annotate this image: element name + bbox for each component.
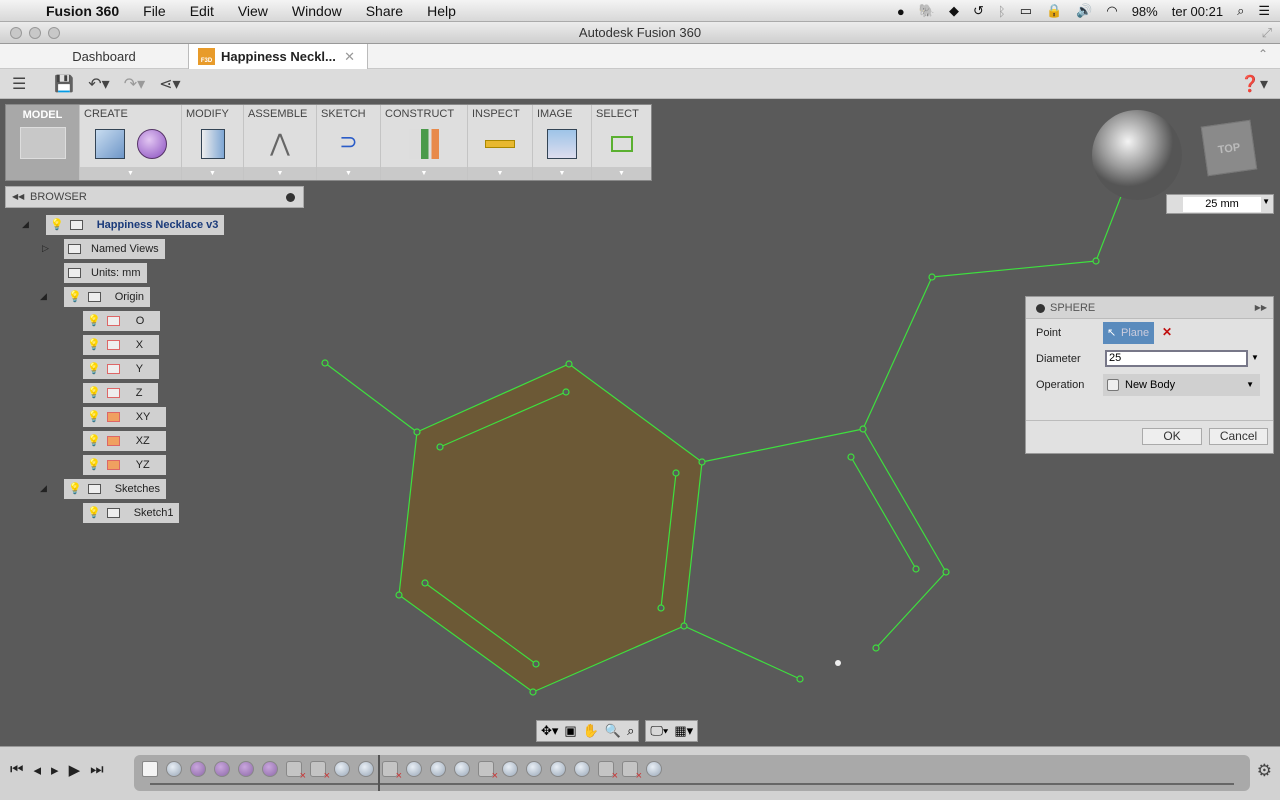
sketch-point — [395, 591, 403, 599]
sketch-point — [1092, 257, 1100, 265]
pan-icon[interactable]: ✋ — [583, 721, 599, 741]
scale-value: 25 mm — [1183, 197, 1261, 212]
scale-box[interactable]: 25 mm ▼ — [1166, 194, 1274, 214]
sketch-point — [532, 660, 540, 668]
viewcube-face: TOP — [1217, 141, 1242, 157]
sketch-point — [859, 425, 867, 433]
timeline-sphere-icon[interactable] — [454, 761, 470, 777]
clear-selection-icon[interactable]: ✕ — [1162, 325, 1172, 339]
sketch-point — [928, 273, 936, 281]
timeline-purple-icon[interactable] — [214, 761, 230, 777]
timeline-purple-icon[interactable] — [262, 761, 278, 777]
collapse-icon[interactable] — [1036, 304, 1045, 313]
sketch-point — [796, 675, 804, 683]
step-forward-icon[interactable]: ▸ — [51, 761, 59, 779]
hexagon-profile — [398, 363, 703, 693]
step-back-icon[interactable]: ◂ — [34, 761, 42, 779]
play-icon[interactable]: ▶ — [69, 761, 81, 779]
timeline-body-removed-icon[interactable] — [310, 761, 330, 782]
timeline: ⏮ ◂ ▸ ▶ ⏭ ⚙ — [0, 746, 1280, 800]
look-at-icon[interactable]: ▣ — [564, 721, 576, 741]
sketch-point — [321, 359, 329, 367]
timeline-sphere-icon[interactable] — [502, 761, 518, 777]
timeline-purple-icon[interactable] — [190, 761, 206, 777]
sphere-preview — [1092, 110, 1182, 200]
sketch-point — [436, 443, 444, 451]
point-value: Plane — [1121, 327, 1150, 339]
fit-icon[interactable]: ⌕ — [627, 721, 634, 741]
point-label: Point — [1036, 327, 1062, 339]
timeline-purple-icon[interactable] — [238, 761, 254, 777]
sketch-point — [565, 360, 573, 368]
diameter-input[interactable]: 25 — [1105, 350, 1248, 367]
dialog-title: SPHERE — [1050, 302, 1096, 314]
sphere-dialog: SPHERE ▶▶ Point ↖ Plane ✕ Diameter 25 ▼ Op… — [1025, 296, 1274, 454]
timeline-body-removed-icon[interactable] — [598, 761, 618, 782]
grid-icon[interactable]: ▦▾ — [674, 721, 693, 741]
sketch-point — [421, 579, 429, 587]
display-settings-icon[interactable]: 🖵▾ — [650, 721, 668, 741]
timeline-sphere-icon[interactable] — [358, 761, 374, 777]
cancel-button[interactable]: Cancel — [1209, 428, 1268, 445]
sketch-point — [672, 469, 680, 477]
timeline-sphere-icon[interactable] — [526, 761, 542, 777]
timeline-sphere-icon[interactable] — [550, 761, 566, 777]
timeline-sketch-icon[interactable] — [142, 761, 158, 777]
timeline-sphere-icon[interactable] — [334, 761, 350, 777]
timeline-track[interactable] — [134, 755, 1250, 791]
timeline-sphere-icon[interactable] — [406, 761, 422, 777]
timeline-body-removed-icon[interactable] — [622, 761, 642, 782]
sketch-point — [942, 568, 950, 576]
sketch-point — [562, 388, 570, 396]
go-to-start-icon[interactable]: ⏮ — [10, 761, 24, 779]
timeline-sphere-icon[interactable] — [574, 761, 590, 777]
sketch-point — [680, 622, 688, 630]
go-to-end-icon[interactable]: ⏭ — [90, 761, 104, 779]
sketch-point — [847, 453, 855, 461]
diameter-label: Diameter — [1036, 353, 1081, 365]
viewcube[interactable]: TOP — [1200, 119, 1258, 177]
expand-icon[interactable]: ▶▶ — [1255, 297, 1267, 319]
timeline-body-removed-icon[interactable] — [382, 761, 402, 782]
timeline-sphere-icon[interactable] — [646, 761, 662, 777]
orbit-icon[interactable]: ✥▾ — [541, 721, 558, 741]
timeline-sphere-icon[interactable] — [430, 761, 446, 777]
zoom-icon[interactable]: 🔍 — [605, 721, 621, 741]
operation-value: New Body — [1125, 379, 1176, 391]
new-body-icon — [1107, 379, 1119, 391]
timeline-body-removed-icon[interactable] — [286, 761, 306, 782]
ok-button[interactable]: OK — [1142, 428, 1202, 445]
operation-label: Operation — [1036, 379, 1085, 391]
sketch-point — [835, 660, 841, 666]
cursor-icon: ↖ — [1107, 327, 1117, 339]
timeline-marker[interactable] — [378, 755, 380, 791]
sketch-point — [413, 428, 421, 436]
timeline-settings-icon[interactable]: ⚙ — [1257, 761, 1272, 781]
operation-select[interactable]: New Body ▼ — [1103, 374, 1260, 396]
sketch-point — [529, 688, 537, 696]
sketch-point — [657, 604, 665, 612]
point-selector[interactable]: ↖ Plane — [1103, 322, 1154, 344]
dropdown-arrow-icon[interactable]: ▼ — [1251, 353, 1259, 362]
sketch-point — [872, 644, 880, 652]
navigation-bar: ✥▾ ▣ ✋ 🔍 ⌕ 🖵▾ ▦▾ — [536, 720, 699, 742]
sketch-point — [912, 565, 920, 573]
timeline-sphere-icon[interactable] — [166, 761, 182, 777]
timeline-body-removed-icon[interactable] — [478, 761, 498, 782]
sketch-point — [698, 458, 706, 466]
